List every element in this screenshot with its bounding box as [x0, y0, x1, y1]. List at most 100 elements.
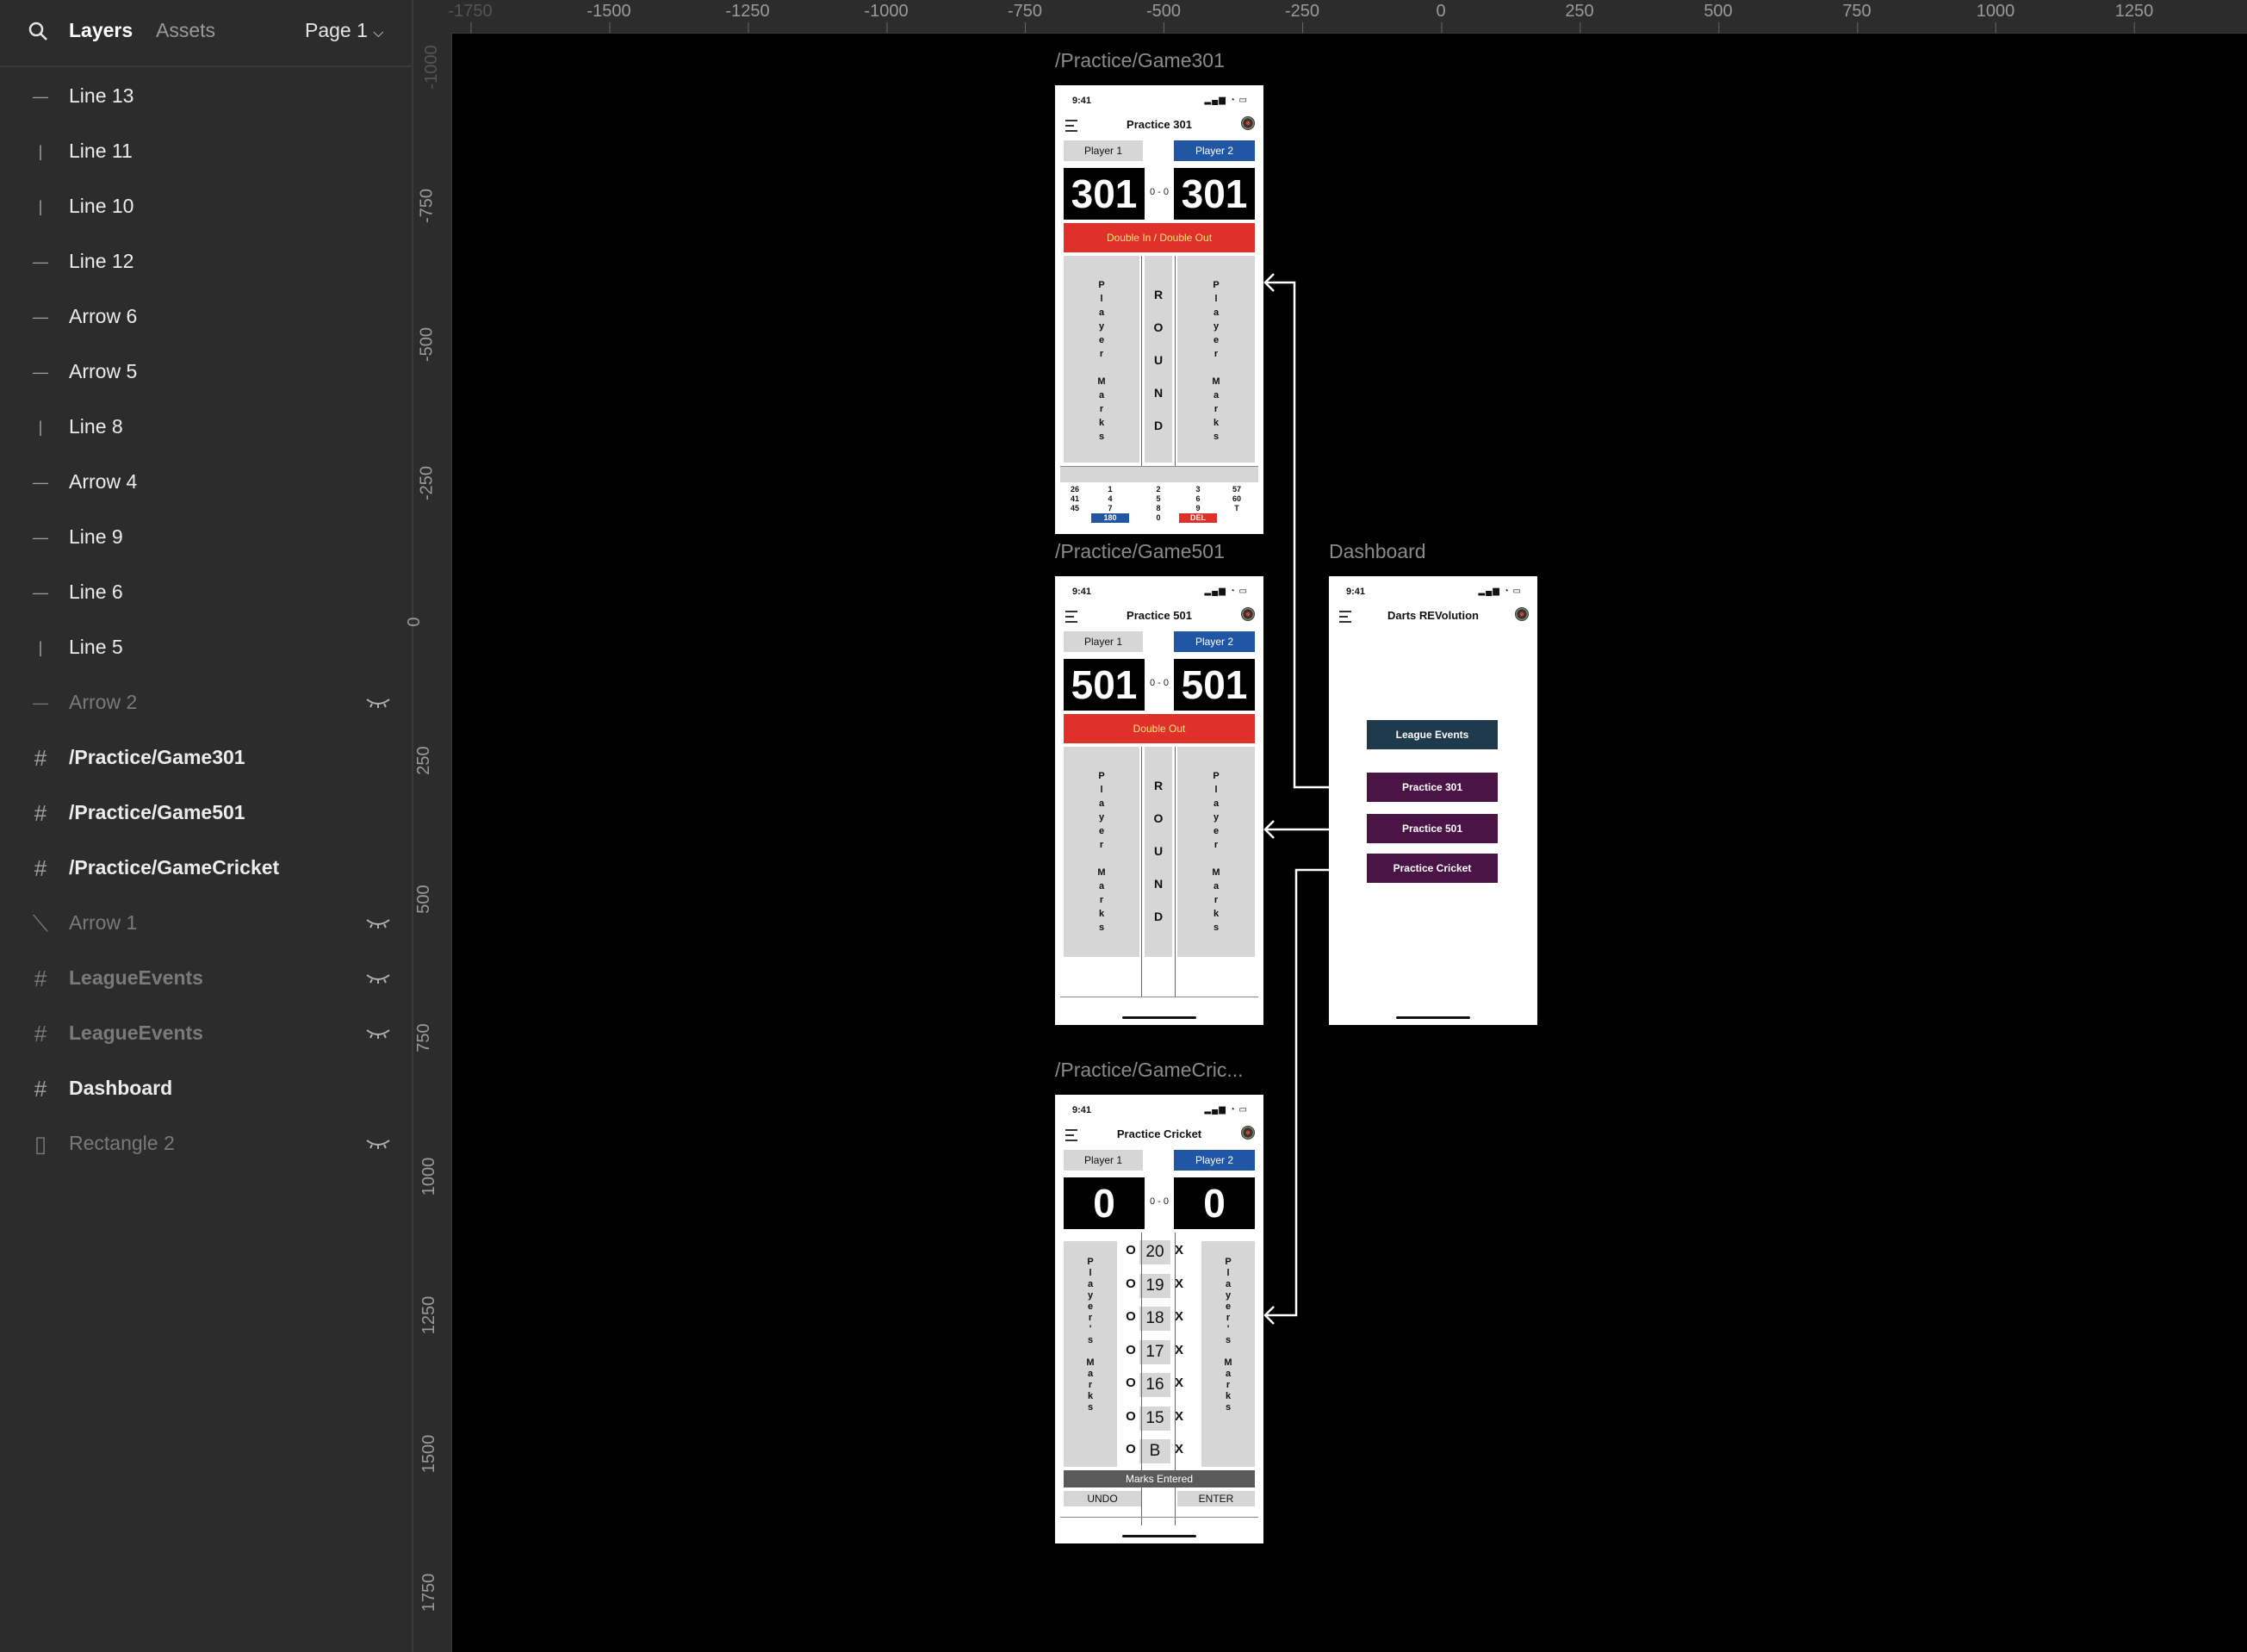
layer-name: /Practice/Game501 [69, 801, 245, 823]
layer-name: Arrow 2 [69, 691, 138, 713]
layer-name: Line 8 [69, 415, 123, 438]
layer-row[interactable]: # /Practice/Game501 [0, 786, 412, 841]
layers-panel: Layers Assets Page 1 ⌵ — Line 13 | Line 11 |… [0, 0, 413, 1652]
ruler-tick-label: 0 [1436, 2, 1446, 33]
ruler-corner [413, 0, 452, 34]
eye-closed-icon[interactable] [365, 696, 391, 710]
eye-closed-icon[interactable] [365, 916, 391, 930]
eye-closed-icon[interactable] [365, 1027, 391, 1040]
layer-row[interactable]: | Line 11 [0, 124, 412, 179]
line-horizontal-icon: — [33, 88, 48, 105]
layer-name: Line 6 [69, 581, 123, 603]
line-vertical-icon: | [38, 143, 43, 160]
layer-row[interactable]: | Line 5 [0, 620, 412, 675]
search-icon[interactable] [28, 21, 48, 41]
ruler-tick-label: 750 [1842, 2, 1871, 33]
line-horizontal-icon: — [33, 529, 48, 546]
ruler-tick-label: -1500 [587, 2, 631, 33]
horizontal-ruler: -1750 -1500 -1250 -1000 -750 -500 -250 0 250 500 7… [448, 0, 2247, 34]
layer-name: Line 9 [69, 525, 123, 548]
ruler-tick-label: -500 [417, 326, 437, 363]
layer-name: /Practice/Game301 [69, 746, 245, 768]
layer-name: LeagueEvents [69, 966, 203, 989]
vertical-ruler: -1000 -750 -500 -250 0 250 500 750 1000 1250 1500 1… [405, 33, 452, 1652]
arrow-to-game301 [1265, 281, 1329, 789]
layer-row[interactable]: | Line 8 [0, 400, 412, 455]
layer-row[interactable]: # /Practice/Game301 [0, 730, 412, 786]
ruler-tick-label: 250 [414, 746, 434, 775]
eye-closed-icon[interactable] [365, 972, 391, 985]
layer-name: Arrow 5 [69, 360, 138, 382]
connector-arrows [1263, 273, 1329, 1325]
frame-icon: # [34, 800, 47, 826]
ruler-tick-label: 1750 [419, 1573, 438, 1612]
layer-row[interactable]: — Line 6 [0, 565, 412, 620]
tab-layers[interactable]: Layers [69, 19, 133, 42]
layer-name: Line 12 [69, 250, 134, 272]
line-horizontal-icon: — [33, 308, 48, 326]
layer-row[interactable]: # /Practice/GameCricket [0, 841, 412, 896]
layer-row[interactable]: | Line 10 [0, 179, 412, 234]
ruler-tick-label: 500 [414, 885, 434, 914]
layer-row[interactable]: — Arrow 2 [0, 675, 412, 730]
canvas[interactable]: /Practice/Game301 /Practice/Game501 Dash… [452, 34, 2247, 1652]
frame-icon: # [34, 966, 47, 991]
frame-icon: # [34, 1021, 47, 1046]
layer-name: Line 11 [69, 140, 133, 162]
ruler-tick-label: -250 [417, 465, 437, 501]
ruler-tick-label: 1500 [419, 1434, 438, 1474]
tab-assets[interactable]: Assets [156, 19, 215, 42]
layer-name: Rectangle 2 [69, 1132, 175, 1154]
layer-row[interactable]: # Dashboard [0, 1061, 412, 1116]
layer-name: LeagueEvents [69, 1022, 203, 1044]
layer-row[interactable]: # LeagueEvents [0, 951, 412, 1006]
layer-name: Arrow 1 [69, 911, 138, 934]
layer-row[interactable]: — Line 13 [0, 69, 412, 124]
layer-name: Line 5 [69, 636, 123, 658]
ruler-tick-label: -1250 [725, 2, 770, 33]
ruler-tick-label: -1000 [422, 45, 442, 90]
ruler-tick-label: 250 [1565, 2, 1594, 33]
page-selector[interactable]: Page 1 ⌵ [305, 19, 383, 42]
ruler-tick-label: -1750 [448, 2, 493, 33]
ruler-tick-label: -750 [417, 188, 437, 224]
ruler-tick-label: 1250 [419, 1295, 438, 1335]
layer-row[interactable]: — Arrow 5 [0, 345, 412, 400]
ruler-tick-label: 1000 [1976, 2, 2015, 33]
eye-closed-icon[interactable] [365, 1137, 391, 1151]
frame-icon: # [34, 855, 47, 881]
layer-row[interactable]: # LeagueEvents [0, 1006, 412, 1061]
layer-name: Dashboard [69, 1077, 173, 1099]
layer-row[interactable]: ▯ Rectangle 2 [0, 1116, 412, 1171]
layer-row[interactable]: — Arrow 4 [0, 455, 412, 510]
line-horizontal-icon: — [33, 253, 48, 270]
ruler-tick-label: -500 [1145, 2, 1182, 33]
page-selector-label: Page 1 [305, 19, 368, 41]
ruler-tick-label: 1000 [419, 1157, 438, 1196]
frame-icon: # [34, 1076, 47, 1102]
ruler-tick-label: -750 [1007, 2, 1043, 33]
ruler-tick-label: 1250 [2114, 2, 2154, 33]
panel-header: Layers Assets Page 1 ⌵ [0, 0, 412, 67]
layer-row[interactable]: — Line 9 [0, 510, 412, 565]
line-vertical-icon: | [38, 198, 43, 215]
layer-name: Line 10 [69, 195, 134, 217]
layer-row[interactable]: ⟍ Arrow 1 [0, 896, 412, 951]
ruler-tick-label: -1000 [864, 2, 909, 33]
frame-icon: # [34, 745, 47, 771]
line-horizontal-icon: — [33, 584, 48, 601]
layer-name: Line 13 [69, 84, 134, 107]
layer-name: /Practice/GameCricket [69, 856, 280, 879]
layer-name: Arrow 4 [69, 470, 138, 493]
line-horizontal-icon: — [33, 474, 48, 491]
layer-name: Arrow 6 [69, 305, 138, 327]
layer-row[interactable]: — Arrow 6 [0, 289, 412, 345]
line-horizontal-icon: — [33, 694, 48, 711]
ruler-tick-label: 750 [414, 1023, 434, 1053]
line-horizontal-icon: — [33, 363, 48, 381]
rectangle-icon: ▯ [34, 1131, 47, 1157]
ruler-tick-label: 500 [1704, 2, 1733, 33]
ruler-tick-label: -250 [1284, 2, 1320, 33]
layer-row[interactable]: — Line 12 [0, 234, 412, 289]
ruler-tick-label: 0 [405, 617, 425, 627]
